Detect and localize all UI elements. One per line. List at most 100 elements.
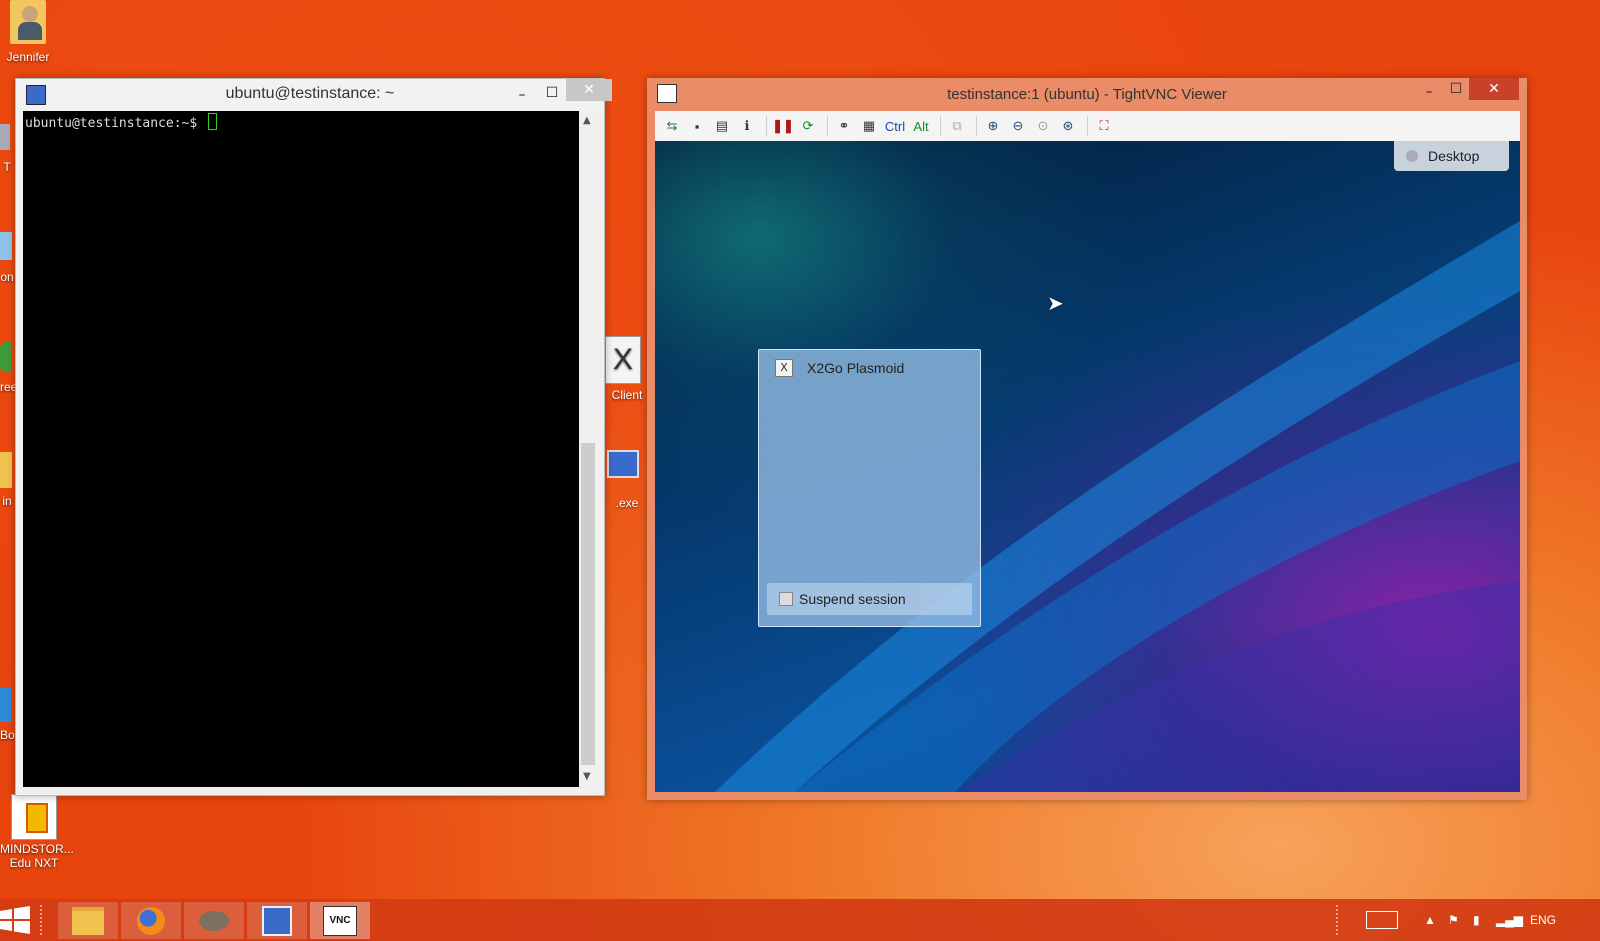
- refresh-icon[interactable]: ⟳: [797, 115, 819, 137]
- vnc-icon: VNC: [323, 905, 357, 936]
- desktop-icon-label: Client: [611, 388, 643, 402]
- desktop-icon-exe[interactable]: .exe: [605, 450, 649, 510]
- zoom-fit-icon[interactable]: ⊛: [1057, 115, 1079, 137]
- desktop-toolbox-button[interactable]: Desktop: [1394, 141, 1509, 171]
- text-cursor: [208, 113, 218, 130]
- toolbar-separator: [827, 116, 828, 136]
- desktop-button-label: Desktop: [1428, 148, 1480, 164]
- app-icon: [0, 688, 12, 722]
- toolbar-separator: [940, 116, 941, 136]
- computer-icon: [607, 450, 639, 478]
- desktop-icon-partial-2[interactable]: on: [0, 232, 14, 284]
- remote-desktop-view[interactable]: Desktop ➤ X X2Go Plasmoid Suspend sessio…: [655, 141, 1520, 792]
- taskbar-putty[interactable]: [247, 902, 307, 939]
- suspend-session-button[interactable]: Suspend session: [767, 583, 972, 615]
- scroll-up-icon[interactable]: ▲: [583, 115, 591, 126]
- desktop-icon-label: MINDSTOR...: [0, 842, 74, 856]
- taskbar: VNC ▲ ⚑ ▮ ▂▄▆ ENG: [0, 899, 1600, 941]
- folder-icon: [72, 906, 104, 935]
- language-indicator[interactable]: ENG: [1530, 899, 1556, 941]
- close-button[interactable]: ✕: [1469, 78, 1519, 100]
- desktop-icon-partial-4[interactable]: in: [0, 452, 14, 508]
- terminal-prompt: ubuntu@testinstance:~$: [25, 113, 218, 131]
- close-button[interactable]: ✕: [566, 79, 612, 101]
- show-hidden-icons-icon[interactable]: ▲: [1424, 899, 1436, 941]
- desktop-icon-partial-5[interactable]: Bo: [0, 688, 15, 742]
- plasmoid-title: X2Go Plasmoid: [807, 360, 905, 376]
- desktop-icon-x2go-client[interactable]: X Client: [605, 336, 649, 402]
- alt-key-button[interactable]: Alt: [910, 115, 932, 137]
- desktop-icon-mindstorms[interactable]: MINDSTOR... Edu NXT: [0, 794, 74, 870]
- terminal-window[interactable]: ubuntu@testinstance: ~ – ☐ ✕ ubuntu@test…: [15, 78, 612, 796]
- desktop-icon-jennifer[interactable]: Jennifer: [0, 0, 56, 64]
- x2go-icon: X: [605, 336, 641, 384]
- touch-keyboard-icon[interactable]: [1366, 899, 1398, 941]
- terminal-titlebar[interactable]: ubuntu@testinstance: ~ – ☐ ✕: [16, 79, 612, 111]
- folder-icon: [0, 452, 12, 488]
- ctrl-key-button[interactable]: Ctrl: [883, 115, 907, 137]
- app-icon: [0, 124, 10, 150]
- suspend-icon: [779, 592, 793, 606]
- save-icon[interactable]: ▪: [686, 115, 708, 137]
- taskbar-grip: [40, 905, 48, 935]
- vnc-titlebar[interactable]: testinstance:1 (ubuntu) - TightVNC Viewe…: [647, 78, 1527, 108]
- prompt-text: ubuntu@testinstance:~$: [25, 116, 206, 131]
- vnc-toolbar: ⇆ ▪ ▤ ℹ ❚❚ ⟳ ⚭ ▦ Ctrl Alt ⧉ ⊕ ⊖ ⊙ ⊛ ⛶: [655, 111, 1520, 141]
- desktop-icon-label: T: [3, 160, 11, 174]
- vnc-viewer-window[interactable]: testinstance:1 (ubuntu) - TightVNC Viewe…: [647, 78, 1527, 800]
- battery-icon[interactable]: ▮: [1473, 899, 1480, 941]
- putty-icon: [262, 905, 292, 936]
- taskbar-grip: [1336, 905, 1344, 935]
- taskbar-tightvnc[interactable]: VNC: [310, 902, 370, 939]
- firefox-icon: [137, 906, 165, 935]
- mindstorms-icon: [11, 794, 57, 840]
- scroll-down-icon[interactable]: ▼: [583, 771, 591, 782]
- toolbar-separator: [976, 116, 977, 136]
- taskbar-file-explorer[interactable]: [58, 902, 118, 939]
- plasma-icon: [1406, 150, 1418, 162]
- suspend-session-label: Suspend session: [799, 591, 906, 607]
- desktop-icon-partial-1[interactable]: T: [0, 124, 14, 174]
- desktop-icon-label: ree: [0, 380, 18, 394]
- minimize-button[interactable]: –: [510, 83, 534, 107]
- desktop-icon-label: on: [0, 270, 14, 284]
- desktop-icon-partial-3[interactable]: ree: [0, 342, 18, 394]
- x2go-plasmoid-widget[interactable]: X X2Go Plasmoid Suspend session: [758, 349, 981, 627]
- zoom-100-icon[interactable]: ⊙: [1032, 115, 1054, 137]
- action-center-flag-icon[interactable]: ⚑: [1448, 899, 1459, 941]
- x2go-icon: X: [775, 359, 793, 377]
- app-icon: [0, 232, 12, 260]
- maximize-button[interactable]: ☐: [1444, 77, 1468, 101]
- mouse-pointer-icon: ➤: [1047, 291, 1064, 315]
- fullscreen-icon[interactable]: ⛶: [1093, 115, 1115, 137]
- toolbar-separator: [1087, 116, 1088, 136]
- minimize-button[interactable]: –: [1417, 80, 1441, 104]
- app-icon: [0, 342, 12, 372]
- gimp-icon: [199, 910, 229, 931]
- scrollbar-thumb[interactable]: [581, 443, 595, 765]
- start-button[interactable]: [0, 905, 30, 935]
- window-title: testinstance:1 (ubuntu) - TightVNC Viewe…: [947, 86, 1227, 103]
- desktop-icon-label: Edu NXT: [9, 856, 59, 870]
- desktop-icon-label: Jennifer: [6, 50, 50, 64]
- taskbar-firefox[interactable]: [121, 902, 181, 939]
- new-connection-icon[interactable]: ⇆: [661, 115, 683, 137]
- ctrl-alt-del-icon[interactable]: ⚭: [833, 115, 855, 137]
- terminal-screen[interactable]: ubuntu@testinstance:~$: [23, 111, 579, 787]
- user-folder-icon: [10, 0, 46, 44]
- options-icon[interactable]: ▤: [711, 115, 733, 137]
- maximize-button[interactable]: ☐: [540, 81, 564, 105]
- desktop-icon-label: Bo: [0, 728, 15, 742]
- desktop-icon-label: .exe: [615, 496, 639, 510]
- zoom-in-icon[interactable]: ⊕: [982, 115, 1004, 137]
- terminal-scrollbar[interactable]: ▲ ▼: [579, 111, 597, 787]
- desktop-icon-label: in: [2, 494, 12, 508]
- transfer-files-icon[interactable]: ⧉: [946, 115, 968, 137]
- toolbar-separator: [766, 116, 767, 136]
- taskbar-gimp[interactable]: [184, 902, 244, 939]
- network-icon[interactable]: ▂▄▆: [1496, 899, 1523, 941]
- info-icon[interactable]: ℹ: [736, 115, 758, 137]
- pause-icon[interactable]: ❚❚: [772, 115, 794, 137]
- zoom-out-icon[interactable]: ⊖: [1007, 115, 1029, 137]
- ctrl-esc-icon[interactable]: ▦: [858, 115, 880, 137]
